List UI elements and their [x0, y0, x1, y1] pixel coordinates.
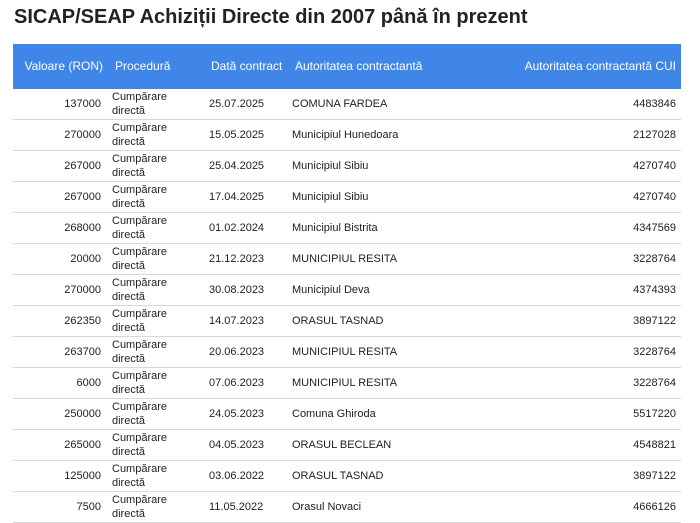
- cell-autoritatea: Municipiul Sibiu: [289, 150, 509, 182]
- table-row: 265000 Cumpărare directă 04.05.2023 ORASUL …: [13, 429, 681, 461]
- table-row: 6000 Cumpărare directă 07.06.2023 MUNICIPIU…: [13, 367, 681, 399]
- cell-cui: 3228764: [509, 336, 681, 368]
- cell-cui: 3228764: [509, 367, 681, 399]
- table-row: 268000 Cumpărare directă 01.02.2024 Municip…: [13, 212, 681, 244]
- cell-autoritatea: COMUNA FARDEA: [289, 89, 509, 120]
- table-header: Valoare (RON) Procedură Dată contract Au…: [13, 44, 681, 89]
- cell-cui: 4374393: [509, 274, 681, 306]
- cell-cui: 5517220: [509, 398, 681, 430]
- header-row: Valoare (RON) Procedură Dată contract Au…: [13, 44, 681, 89]
- cell-procedura: Cumpărare directă: [109, 305, 205, 337]
- cell-cui: 4483846: [509, 89, 681, 120]
- cell-autoritatea: MUNICIPIUL RESITA: [289, 243, 509, 275]
- cell-data-contract: 25.07.2025: [205, 89, 289, 120]
- cell-data-contract: 21.12.2023: [205, 243, 289, 275]
- cell-autoritatea: Municipiul Deva: [289, 274, 509, 306]
- cell-procedura: Cumpărare directă: [109, 398, 205, 430]
- cell-valoare: 265000: [13, 429, 109, 461]
- table-row: 270000 Cumpărare directă 30.08.2023 Municip…: [13, 274, 681, 306]
- header-data-contract[interactable]: Dată contract: [205, 44, 289, 89]
- cell-valoare: 20000: [13, 243, 109, 275]
- cell-valoare: 250000: [13, 398, 109, 430]
- cell-valoare: 262350: [13, 305, 109, 337]
- table-row: 267000 Cumpărare directă 17.04.2025 Municip…: [13, 181, 681, 213]
- cell-autoritatea: Municipiul Hunedoara: [289, 119, 509, 151]
- cell-autoritatea: ORASUL TASNAD: [289, 305, 509, 337]
- cell-valoare: 263700: [13, 336, 109, 368]
- cell-data-contract: 04.05.2023: [205, 429, 289, 461]
- contracts-table-container: Valoare (RON) Procedură Dată contract Au…: [13, 44, 681, 523]
- cell-valoare: 7500: [13, 491, 109, 523]
- cell-procedura: Cumpărare directă: [109, 212, 205, 244]
- cell-data-contract: 11.05.2022: [205, 491, 289, 523]
- cell-data-contract: 03.06.2022: [205, 460, 289, 492]
- cell-autoritatea: MUNICIPIUL RESITA: [289, 336, 509, 368]
- cell-valoare: 267000: [13, 181, 109, 213]
- table-body: 137000 Cumpărare directă 25.07.2025 COMUNA …: [13, 89, 681, 523]
- cell-data-contract: 24.05.2023: [205, 398, 289, 430]
- cell-valoare: 125000: [13, 460, 109, 492]
- cell-valoare: 267000: [13, 150, 109, 182]
- table-row: 270000 Cumpărare directă 15.05.2025 Municip…: [13, 119, 681, 151]
- cell-cui: 2127028: [509, 119, 681, 151]
- cell-procedura: Cumpărare directă: [109, 181, 205, 213]
- cell-data-contract: 20.06.2023: [205, 336, 289, 368]
- cell-cui: 4548821: [509, 429, 681, 461]
- cell-autoritatea: Comuna Ghiroda: [289, 398, 509, 430]
- table-row: 262350 Cumpărare directă 14.07.2023 ORASUL …: [13, 305, 681, 337]
- header-autoritatea[interactable]: Autoritatea contractantă: [289, 44, 509, 89]
- cell-data-contract: 30.08.2023: [205, 274, 289, 306]
- cell-valoare: 137000: [13, 89, 109, 120]
- cell-autoritatea: ORASUL BECLEAN: [289, 429, 509, 461]
- cell-autoritatea: MUNICIPIUL RESITA: [289, 367, 509, 399]
- table-row: 137000 Cumpărare directă 25.07.2025 COMUNA …: [13, 89, 681, 120]
- cell-procedura: Cumpărare directă: [109, 491, 205, 523]
- cell-procedura: Cumpărare directă: [109, 89, 205, 120]
- header-cui[interactable]: Autoritatea contractantă CUI: [509, 44, 681, 89]
- cell-procedura: Cumpărare directă: [109, 150, 205, 182]
- cell-data-contract: 01.02.2024: [205, 212, 289, 244]
- table-row: 7500 Cumpărare directă 11.05.2022 Orasul No…: [13, 491, 681, 523]
- header-valoare[interactable]: Valoare (RON): [13, 44, 109, 89]
- table-row: 250000 Cumpărare directă 24.05.2023 Comuna …: [13, 398, 681, 430]
- cell-cui: 3897122: [509, 305, 681, 337]
- cell-data-contract: 14.07.2023: [205, 305, 289, 337]
- table-row: 263700 Cumpărare directă 20.06.2023 MUNICIP…: [13, 336, 681, 368]
- cell-procedura: Cumpărare directă: [109, 336, 205, 368]
- cell-procedura: Cumpărare directă: [109, 460, 205, 492]
- table-row: 20000 Cumpărare directă 21.12.2023 MUNICIPI…: [13, 243, 681, 275]
- cell-data-contract: 07.06.2023: [205, 367, 289, 399]
- cell-data-contract: 15.05.2025: [205, 119, 289, 151]
- cell-valoare: 270000: [13, 274, 109, 306]
- cell-valoare: 6000: [13, 367, 109, 399]
- cell-cui: 4270740: [509, 150, 681, 182]
- cell-procedura: Cumpărare directă: [109, 274, 205, 306]
- table-row: 267000 Cumpărare directă 25.04.2025 Municip…: [13, 150, 681, 182]
- cell-valoare: 270000: [13, 119, 109, 151]
- cell-cui: 3228764: [509, 243, 681, 275]
- cell-autoritatea: Municipiul Sibiu: [289, 181, 509, 213]
- cell-procedura: Cumpărare directă: [109, 367, 205, 399]
- cell-procedura: Cumpărare directă: [109, 429, 205, 461]
- cell-procedura: Cumpărare directă: [109, 119, 205, 151]
- page-title: SICAP/SEAP Achiziții Directe din 2007 pâ…: [14, 6, 528, 28]
- cell-autoritatea: Municipiul Bistrita: [289, 212, 509, 244]
- header-procedura[interactable]: Procedură: [109, 44, 205, 89]
- cell-cui: 4347569: [509, 212, 681, 244]
- cell-cui: 4270740: [509, 181, 681, 213]
- cell-procedura: Cumpărare directă: [109, 243, 205, 275]
- table-row: 125000 Cumpărare directă 03.06.2022 ORASUL …: [13, 460, 681, 492]
- cell-valoare: 268000: [13, 212, 109, 244]
- cell-autoritatea: Orasul Novaci: [289, 491, 509, 523]
- cell-cui: 4666126: [509, 491, 681, 523]
- cell-data-contract: 17.04.2025: [205, 181, 289, 213]
- cell-autoritatea: ORASUL TASNAD: [289, 460, 509, 492]
- cell-cui: 3897122: [509, 460, 681, 492]
- contracts-table: Valoare (RON) Procedură Dată contract Au…: [13, 44, 681, 523]
- cell-data-contract: 25.04.2025: [205, 150, 289, 182]
